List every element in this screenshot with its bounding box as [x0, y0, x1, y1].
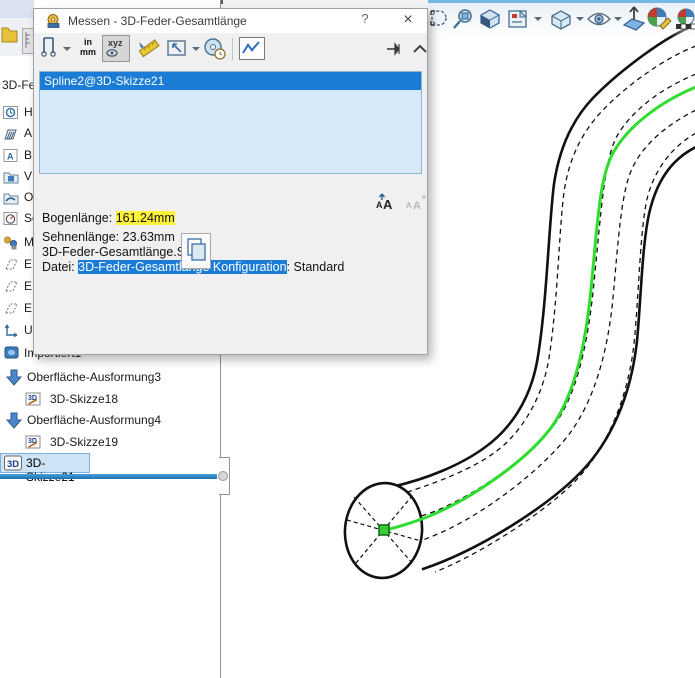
- headsup-view-toolbar: [428, 3, 695, 37]
- tree-row-solid-bodies[interactable]: V: [0, 168, 34, 186]
- selected-spline-green: [386, 87, 695, 530]
- apply-scene-icon[interactable]: [674, 7, 695, 33]
- construction-curve-4: [435, 133, 695, 572]
- sidebar-top-strip: [0, 0, 34, 18]
- projection-dropdown-caret[interactable]: [192, 47, 200, 51]
- tree-row-material[interactable]: M: [0, 234, 34, 252]
- measure-selection-list[interactable]: Spline2@3D-Skizze21: [39, 71, 422, 174]
- folder-icon: [1, 24, 18, 44]
- sheet-dropdown-caret[interactable]: [534, 17, 542, 21]
- tree-row-sensors[interactable]: Se: [0, 210, 34, 228]
- svg-text:A: A: [406, 201, 412, 210]
- svg-text:A: A: [383, 197, 393, 212]
- pin-icon[interactable]: [386, 41, 406, 57]
- splitter-knob-icon[interactable]: [218, 471, 228, 481]
- chord-length-line: Sehnenlänge: 23.63mm: [42, 230, 175, 244]
- tree-row-history[interactable]: H: [0, 104, 34, 122]
- view-orientation-sheet-icon[interactable]: [506, 7, 532, 33]
- increase-text-size-icon[interactable]: A A: [376, 192, 398, 212]
- units-in-mm-button[interactable]: in mm: [76, 37, 100, 57]
- display-style-caret[interactable]: [576, 17, 584, 21]
- svg-text:A: A: [376, 200, 383, 210]
- spline-endpoint-marker: [379, 525, 389, 535]
- edit-appearance-icon[interactable]: [646, 6, 672, 32]
- solidworks-window: 3D-Fe H A A B V O Se M: [0, 0, 695, 678]
- tube-outline-left: [391, 25, 695, 487]
- collapse-chevron-icon[interactable]: [412, 43, 428, 55]
- hide-show-caret[interactable]: [614, 17, 622, 21]
- hide-show-items-eye-icon[interactable]: [586, 10, 612, 28]
- section-view-icon[interactable]: [478, 7, 502, 31]
- measure-dialog-toolbar: in mm xyz: [34, 33, 427, 65]
- tree-row-plane-right[interactable]: E: [0, 300, 34, 318]
- apply-scene-plane-icon[interactable]: [622, 5, 646, 33]
- svg-text:3D: 3D: [7, 459, 19, 470]
- zoom-to-area-icon[interactable]: [452, 7, 474, 31]
- dialog-title: Messen - 3D-Feder-Gesamtlänge: [68, 9, 247, 33]
- help-button[interactable]: ?: [356, 11, 374, 31]
- selected-entity-row[interactable]: Spline2@3D-Skizze21: [40, 72, 421, 90]
- display-style-cube-icon[interactable]: [548, 7, 574, 33]
- tube-outline-right: [423, 147, 695, 569]
- tree-row-surface-bodies[interactable]: O: [0, 189, 34, 207]
- arc-length-value: 161.24mm: [116, 211, 175, 225]
- zoom-to-fit-icon[interactable]: [427, 7, 447, 29]
- caliper-dropdown-caret[interactable]: [63, 47, 71, 51]
- projected-on-screen-icon[interactable]: [167, 39, 189, 59]
- xyz-measure-button-pressed[interactable]: xyz: [102, 35, 130, 62]
- dialog-titlebar[interactable]: Messen - 3D-Feder-Gesamtlänge ? ×: [34, 9, 427, 33]
- tree-row-annotations[interactable]: A: [0, 125, 34, 143]
- tree-row-notes[interactable]: A B: [0, 147, 34, 165]
- tree-root-label[interactable]: 3D-Fe: [2, 78, 35, 92]
- toolbar-separator: [232, 38, 233, 60]
- close-button[interactable]: ×: [396, 9, 420, 31]
- copy-results-button[interactable]: [181, 233, 211, 269]
- rollback-bar[interactable]: [0, 474, 217, 479]
- svg-text:xyz: xyz: [108, 38, 123, 48]
- point-to-point-ruler-icon[interactable]: [136, 36, 162, 62]
- create-sensor-graph-button[interactable]: [239, 37, 265, 60]
- measure-tape-icon: [45, 13, 61, 29]
- arc-length-line: Bogenlänge: 161.24mm: [42, 211, 175, 225]
- tree-item-3d-sketch-21-selected[interactable]: 3D 3D-Skizze21: [0, 453, 90, 473]
- svg-text:A: A: [413, 200, 421, 212]
- tree-row-plane-front[interactable]: E: [0, 256, 34, 274]
- decrease-text-size-icon[interactable]: A A: [406, 194, 426, 212]
- measurement-history-icon[interactable]: [202, 36, 228, 62]
- tree-row-plane-top[interactable]: E: [0, 278, 34, 296]
- chord-length-value: 23.63mm: [123, 230, 175, 244]
- arc-measure-caliper-icon[interactable]: [39, 35, 61, 59]
- tree-row-origin[interactable]: U: [0, 322, 34, 340]
- construction-curve-3: [402, 110, 695, 548]
- svg-text:A: A: [7, 152, 14, 162]
- measure-dialog: Messen - 3D-Feder-Gesamtlänge ? × in mm …: [33, 8, 428, 355]
